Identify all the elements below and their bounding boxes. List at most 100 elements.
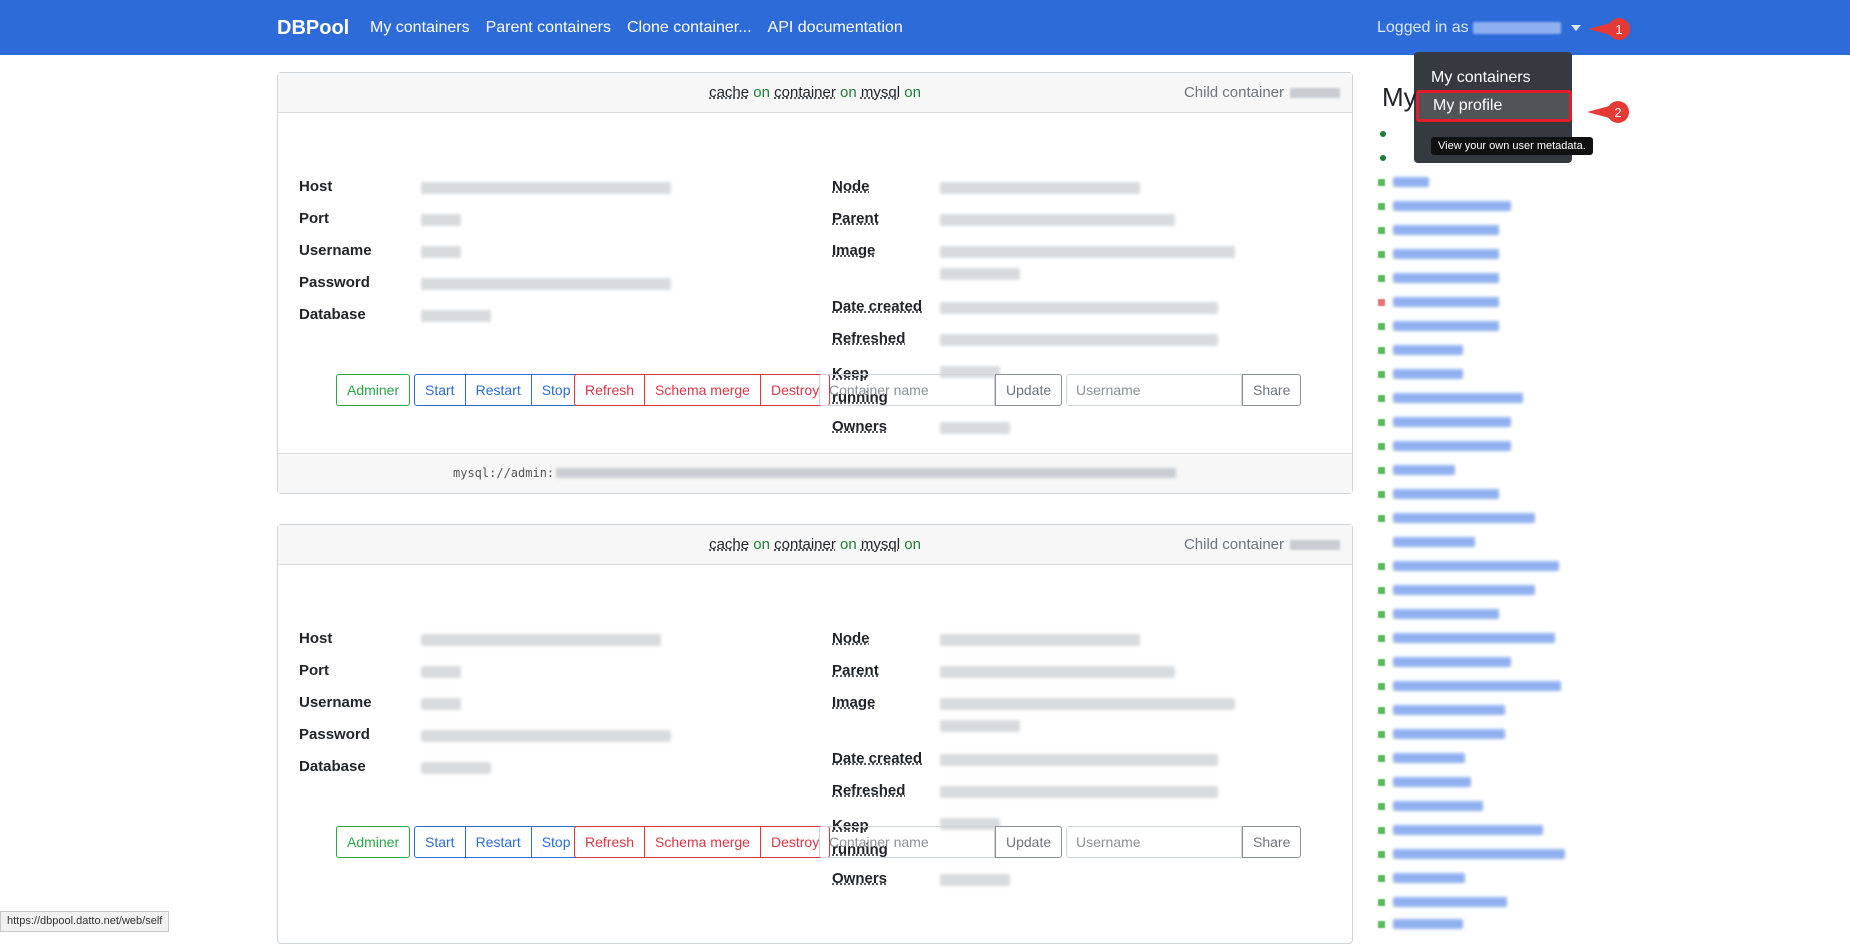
- schema-merge-button[interactable]: Schema merge: [645, 374, 761, 406]
- list-item[interactable]: [1378, 536, 1475, 548]
- share-username-input[interactable]: Username: [1066, 826, 1242, 858]
- list-item[interactable]: [1378, 872, 1465, 884]
- list-item[interactable]: [1378, 200, 1511, 212]
- adminer-button[interactable]: Adminer: [336, 374, 411, 406]
- list-item[interactable]: [1378, 512, 1535, 524]
- redacted-link[interactable]: [1393, 297, 1499, 307]
- redacted-link[interactable]: [1393, 897, 1507, 907]
- redacted-link[interactable]: [1393, 561, 1559, 571]
- redacted-link[interactable]: [1393, 489, 1499, 499]
- share-username-input[interactable]: Username: [1066, 374, 1242, 406]
- connection-string[interactable]: mysql://admin:: [453, 466, 1177, 480]
- list-item[interactable]: [1378, 344, 1463, 356]
- redacted-link[interactable]: [1393, 609, 1499, 619]
- share-button[interactable]: Share: [1242, 374, 1302, 406]
- list-item[interactable]: [1378, 488, 1499, 500]
- list-item[interactable]: [1378, 632, 1555, 644]
- redacted-link[interactable]: [1393, 249, 1499, 259]
- redacted-link[interactable]: [1393, 873, 1465, 883]
- redacted-link[interactable]: [1393, 825, 1543, 835]
- child-label-text: Child container: [1183, 536, 1284, 553]
- redacted-link[interactable]: [1393, 201, 1511, 211]
- list-item[interactable]: [1378, 176, 1429, 188]
- list-item[interactable]: [1378, 440, 1511, 452]
- list-item[interactable]: [1378, 824, 1543, 836]
- list-item[interactable]: [1378, 320, 1499, 332]
- field-node: Node: [832, 178, 870, 195]
- update-button[interactable]: Update: [995, 826, 1063, 858]
- list-item[interactable]: [1378, 392, 1523, 404]
- share-button[interactable]: Share: [1242, 826, 1302, 858]
- user-menu-toggle[interactable]: Logged in as: [1377, 19, 1581, 37]
- redacted-link[interactable]: [1393, 321, 1499, 331]
- marker-number: 1: [1608, 18, 1630, 40]
- redacted-link[interactable]: [1393, 513, 1535, 523]
- redacted-link[interactable]: [1393, 177, 1429, 187]
- list-item[interactable]: [1378, 272, 1499, 284]
- list-item[interactable]: [1378, 656, 1511, 668]
- refresh-button[interactable]: Refresh: [574, 374, 646, 406]
- redacted-link[interactable]: [1393, 585, 1535, 595]
- redacted-link[interactable]: [1393, 657, 1511, 667]
- adminer-button[interactable]: Adminer: [336, 826, 411, 858]
- nav-my-containers[interactable]: My containers: [370, 19, 470, 37]
- container-card: cache on container on mysql on Child con…: [277, 524, 1353, 944]
- danger-button-group: Refresh Schema merge Destroy: [574, 826, 831, 858]
- list-item[interactable]: [1378, 416, 1511, 428]
- list-item[interactable]: [1378, 752, 1465, 764]
- brand-logo[interactable]: DBPool: [277, 17, 349, 40]
- nav-api-documentation[interactable]: API documentation: [768, 19, 903, 37]
- update-button[interactable]: Update: [995, 374, 1063, 406]
- list-item[interactable]: [1378, 560, 1559, 572]
- list-item[interactable]: [1378, 918, 1463, 930]
- redacted-link[interactable]: [1393, 537, 1475, 547]
- restart-button[interactable]: Restart: [465, 374, 532, 406]
- redacted-link[interactable]: [1393, 345, 1463, 355]
- redacted-link[interactable]: [1393, 369, 1463, 379]
- redacted-value: [940, 666, 1175, 678]
- list-item[interactable]: [1378, 296, 1499, 308]
- list-item[interactable]: [1378, 896, 1507, 908]
- tag-container: container: [774, 84, 836, 101]
- status-square: [1378, 634, 1385, 642]
- redacted-link[interactable]: [1393, 441, 1511, 451]
- start-button[interactable]: Start: [414, 374, 466, 406]
- redacted-link[interactable]: [1393, 417, 1511, 427]
- redacted-link[interactable]: [1393, 849, 1565, 859]
- list-item[interactable]: [1378, 368, 1463, 380]
- list-item[interactable]: [1378, 704, 1505, 716]
- container-name-input[interactable]: Container name: [819, 374, 995, 406]
- list-item[interactable]: [1378, 584, 1535, 596]
- list-item[interactable]: [1378, 680, 1561, 692]
- nav-parent-containers[interactable]: Parent containers: [486, 19, 611, 37]
- list-item[interactable]: [1378, 608, 1499, 620]
- schema-merge-button[interactable]: Schema merge: [645, 826, 761, 858]
- nav-links: My containers Parent containers Clone co…: [370, 19, 903, 37]
- redacted-link[interactable]: [1393, 777, 1471, 787]
- redacted-link[interactable]: [1393, 393, 1523, 403]
- redacted-link[interactable]: [1393, 225, 1499, 235]
- redacted-link[interactable]: [1393, 919, 1463, 929]
- restart-button[interactable]: Restart: [465, 826, 532, 858]
- redacted-link[interactable]: [1393, 465, 1455, 475]
- redacted-link[interactable]: [1393, 705, 1505, 715]
- nav-clone-container[interactable]: Clone container...: [627, 19, 752, 37]
- list-item[interactable]: [1378, 248, 1499, 260]
- start-button[interactable]: Start: [414, 826, 466, 858]
- list-item[interactable]: [1378, 224, 1499, 236]
- redacted-link[interactable]: [1393, 753, 1465, 763]
- list-item[interactable]: [1378, 464, 1455, 476]
- container-name-input[interactable]: Container name: [819, 826, 995, 858]
- dropdown-item-my-profile[interactable]: My profile: [1416, 90, 1572, 122]
- redacted-value: [940, 334, 1218, 346]
- list-item[interactable]: [1378, 848, 1565, 860]
- list-item[interactable]: [1378, 728, 1505, 740]
- redacted-link[interactable]: [1393, 729, 1505, 739]
- list-item[interactable]: [1378, 776, 1471, 788]
- redacted-link[interactable]: [1393, 273, 1499, 283]
- refresh-button[interactable]: Refresh: [574, 826, 646, 858]
- redacted-link[interactable]: [1393, 633, 1555, 643]
- list-item[interactable]: [1378, 800, 1483, 812]
- redacted-link[interactable]: [1393, 801, 1483, 811]
- redacted-link[interactable]: [1393, 681, 1561, 691]
